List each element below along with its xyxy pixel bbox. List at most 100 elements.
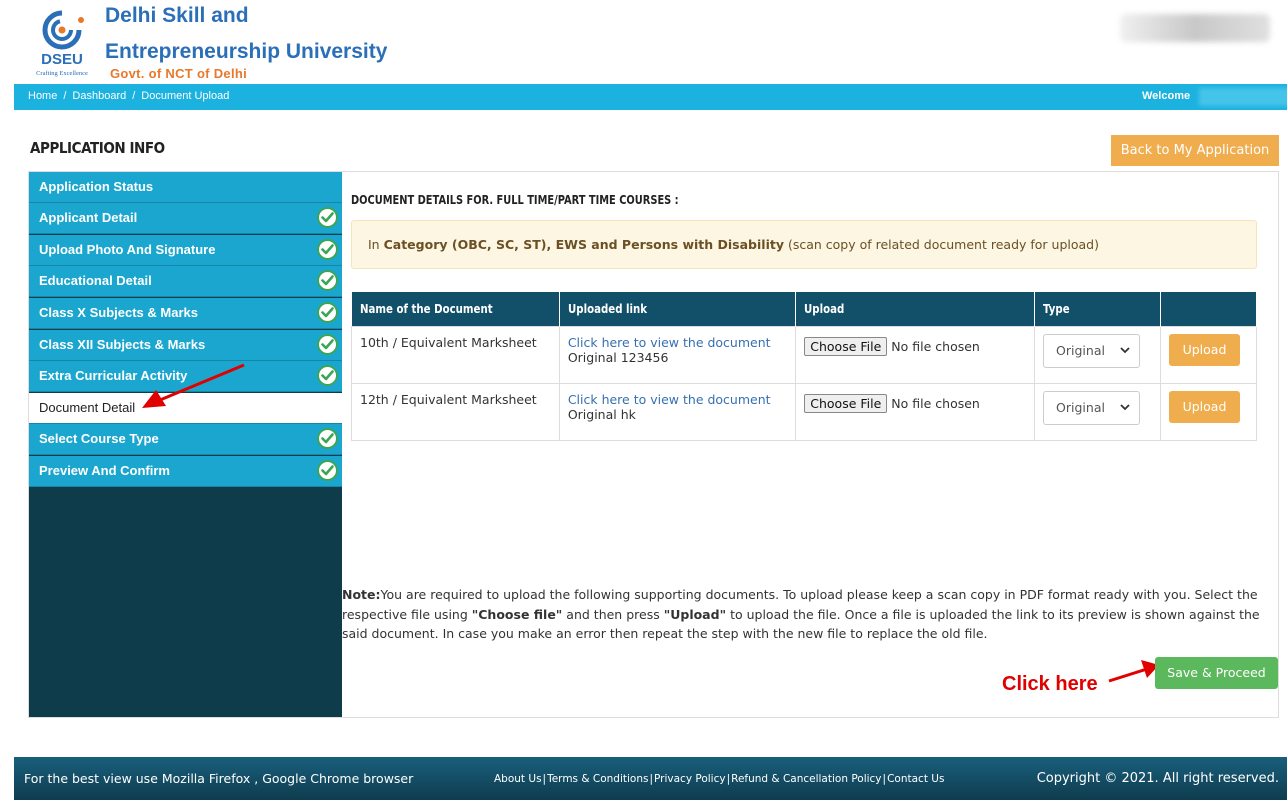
document-type-select[interactable]: Original (1043, 333, 1141, 368)
note-label: Note: (342, 587, 381, 602)
action-cell: Upload (1159, 382, 1258, 441)
action-cell: Upload (1159, 325, 1258, 384)
choose-file-button[interactable]: Choose File (804, 393, 888, 413)
sidebar-item-label: Preview And Confirm (39, 463, 170, 478)
site-footer: For the best view use Mozilla Firefox , … (14, 757, 1287, 800)
selected-type: Original (1056, 342, 1105, 358)
dseu-logo[interactable]: DSEU Crafting Excellence (28, 6, 98, 78)
site-header: DSEU Crafting Excellence Delhi Skill and… (0, 0, 1287, 82)
documents-table: Name of the Document Uploaded link Uploa… (351, 292, 1258, 441)
browser-recommendation: For the best view use Mozilla Firefox , … (24, 771, 414, 786)
footer-separator: | (882, 773, 887, 785)
footer-separator: | (649, 773, 654, 785)
breadcrumb-dashboard[interactable]: Dashboard (72, 90, 126, 102)
alert-text-post: (scan copy of related document ready for… (783, 237, 1099, 252)
upload-cell: Choose File No file chosen (795, 382, 1036, 441)
original-label: Original hk (567, 406, 636, 422)
sidebar-item[interactable]: Application Status (29, 172, 342, 203)
blurred-user-name (1199, 88, 1287, 106)
original-label: Original 123456 (567, 349, 669, 365)
university-name-line2: Entrepreneurship University (105, 40, 388, 63)
selected-type: Original (1056, 399, 1105, 415)
sidebar-item[interactable]: Educational Detail (29, 266, 342, 297)
check-circle-icon (317, 334, 338, 355)
view-document-link[interactable]: Click here to view the document (568, 335, 787, 350)
copyright: Copyright © 2021. All right reserved. (1036, 771, 1279, 786)
footer-link-about[interactable]: About Us (494, 773, 542, 785)
application-container: Application Status Applicant Detail Upload… (28, 171, 1279, 718)
category-alert: In Category (OBC, SC, ST), EWS and Perso… (351, 220, 1257, 269)
sidebar-item[interactable]: Class XII Subjects & Marks (29, 330, 342, 361)
check-circle-icon (317, 270, 338, 291)
save-and-proceed-button[interactable]: Save & Proceed (1155, 657, 1278, 689)
sidebar-item[interactable]: Class X Subjects & Marks (29, 298, 342, 329)
col-header-name: Name of the Document (351, 292, 560, 326)
logo-tagline: Crafting Excellence (36, 70, 88, 77)
sidebar-item[interactable]: Select Course Type (29, 424, 342, 455)
back-to-application-button[interactable]: Back to My Application (1111, 135, 1279, 166)
footer-link-terms[interactable]: Terms & Conditions (547, 773, 648, 785)
document-name: 12th / Equivalent Marksheet (351, 382, 560, 441)
chevron-down-icon (1120, 346, 1130, 353)
sidebar-item-label: Class XII Subjects & Marks (39, 337, 206, 352)
page-title: APPLICATION INFO (30, 139, 165, 157)
table-row: 10th / Equivalent Marksheet Click here to… (351, 325, 1258, 384)
sidebar-item[interactable]: Preview And Confirm (29, 456, 342, 487)
chevron-down-icon (1120, 403, 1130, 410)
note-bold: "Upload" (663, 606, 727, 622)
document-name-text: 10th / Equivalent Marksheet (360, 334, 537, 350)
upload-cell: Choose File No file chosen (795, 325, 1036, 384)
type-cell: Original (1034, 382, 1161, 441)
check-circle-icon (317, 239, 338, 260)
click-here-annotation: Click here (1002, 673, 1098, 695)
type-cell: Original (1034, 325, 1161, 384)
document-name: 10th / Equivalent Marksheet (351, 325, 560, 384)
breadcrumb-home[interactable]: Home (28, 90, 57, 102)
footer-link-privacy[interactable]: Privacy Policy (654, 773, 726, 785)
sidebar-item-label: Application Status (39, 179, 154, 194)
upload-note: Note:You are required to upload the foll… (342, 585, 1272, 644)
logo-text: DSEU (41, 51, 83, 68)
note-text: and then press (562, 606, 664, 622)
alert-text-pre: In (368, 237, 384, 252)
breadcrumb-current: Document Upload (141, 90, 230, 102)
footer-separator: | (726, 773, 731, 785)
check-circle-icon (317, 460, 338, 481)
alert-text-bold: Category (OBC, SC, ST), EWS and Persons … (383, 237, 784, 252)
sidebar-item-label: Educational Detail (39, 273, 152, 288)
arrow-to-document-detail-annotation (142, 363, 245, 408)
breadcrumb-separator: / (132, 90, 136, 102)
note-bold: "Choose file" (471, 606, 563, 622)
file-status-text: No file chosen (891, 395, 980, 411)
upload-button[interactable]: Upload (1168, 390, 1240, 423)
col-header-upload: Upload (795, 292, 1036, 326)
sidebar-item-label: Upload Photo And Signature (39, 242, 216, 257)
col-header-action (1160, 292, 1258, 326)
upload-button[interactable]: Upload (1168, 333, 1240, 366)
welcome-label: Welcome (1142, 90, 1191, 102)
breadcrumb: Home / Dashboard / Document Upload (28, 90, 229, 102)
view-document-link[interactable]: Click here to view the document (568, 392, 787, 407)
footer-link-contact[interactable]: Contact Us (887, 773, 944, 785)
sidebar-item-label: Applicant Detail (39, 210, 138, 225)
arrow-to-save-annotation (1108, 660, 1159, 683)
document-details-heading: DOCUMENT DETAILS FOR. FULL TIME/PART TIM… (351, 193, 679, 207)
sidebar-item-label: Class X Subjects & Marks (39, 305, 198, 320)
footer-link-refund[interactable]: Refund & Cancellation Policy (731, 773, 881, 785)
uploaded-link-cell: Click here to view the document Original … (558, 382, 797, 441)
footer-separator: | (542, 773, 547, 785)
sidebar-item[interactable]: Applicant Detail (29, 203, 342, 234)
file-status-text: No file chosen (891, 338, 980, 354)
sidebar-item[interactable]: Upload Photo And Signature (29, 235, 342, 266)
check-circle-icon (317, 207, 338, 228)
table-header-row: Name of the Document Uploaded link Uploa… (351, 292, 1258, 326)
choose-file-button[interactable]: Choose File (804, 336, 888, 356)
check-circle-icon (317, 302, 338, 323)
col-header-type: Type (1034, 292, 1161, 326)
nav-bar: Home / Dashboard / Document Upload Welcome (14, 84, 1287, 110)
sidebar-item-label: Document Detail (39, 400, 136, 415)
document-type-select[interactable]: Original (1043, 390, 1141, 425)
sidebar: Application Status Applicant Detail Upload… (29, 172, 342, 717)
uploaded-link-cell: Click here to view the document Original … (558, 325, 797, 384)
table-row: 12th / Equivalent Marksheet Click here to… (351, 382, 1258, 441)
